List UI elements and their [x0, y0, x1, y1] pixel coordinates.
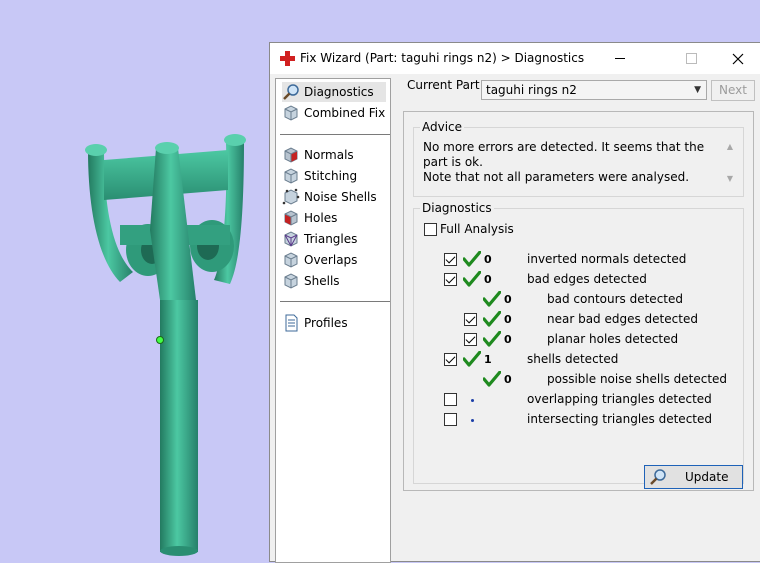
status-dot-icon	[471, 419, 474, 422]
diagnostics-title: Diagnostics	[420, 201, 494, 215]
green-check-icon	[483, 371, 501, 387]
full-analysis-label: Full Analysis	[440, 222, 514, 236]
row-checkbox[interactable]	[444, 273, 457, 286]
issue-count: 0	[484, 273, 492, 286]
current-part-label: Current Part:	[407, 78, 484, 92]
triangles-cube-icon	[284, 231, 298, 247]
advice-group: Advice No more errors are detected. It s…	[413, 120, 744, 197]
part-model[interactable]	[0, 0, 270, 559]
nav-item-label: Profiles	[304, 316, 348, 330]
row-checkbox[interactable]	[444, 253, 457, 266]
fix-wizard-window: Fix Wizard (Part: taguhi rings n2) > Dia…	[269, 42, 760, 563]
close-icon	[732, 53, 744, 64]
normals-cube-icon	[284, 147, 298, 163]
row-checkbox[interactable]	[444, 393, 457, 406]
nav-item-diagnostics[interactable]: Diagnostics	[282, 82, 386, 102]
cube-icon	[284, 105, 298, 121]
nav-item-profiles[interactable]: Profiles	[282, 313, 348, 333]
divider	[280, 134, 390, 135]
fix-navigation-pane: Diagnostics Combined Fix Normals Stitchi…	[275, 78, 391, 563]
green-check-icon	[483, 311, 501, 327]
update-label: Update	[685, 470, 729, 484]
title-bar[interactable]: Fix Wizard (Part: taguhi rings n2) > Dia…	[270, 43, 760, 74]
diagnostics-group: Diagnostics Full Analysis 0 inverted norm…	[413, 201, 744, 489]
nav-item-label: Combined Fix	[304, 106, 386, 120]
maximize-button[interactable]	[668, 43, 714, 74]
nav-item-label: Holes	[304, 211, 338, 225]
issue-label: near bad edges detected	[547, 312, 698, 326]
magnifier-icon	[283, 84, 299, 100]
nav-item-label: Normals	[304, 148, 354, 162]
red-cross-icon	[280, 51, 295, 66]
magnifier-icon	[650, 469, 666, 485]
nav-item-label: Diagnostics	[304, 85, 374, 99]
nav-item-noise-shells[interactable]: Noise Shells	[282, 187, 377, 207]
current-part-select[interactable]: taguhi rings n2 ▼	[481, 80, 707, 100]
overlaps-cube-icon	[284, 252, 298, 268]
issue-label: overlapping triangles detected	[527, 392, 712, 406]
full-analysis-checkbox[interactable]	[424, 223, 437, 236]
status-dot-icon	[471, 399, 474, 402]
maximize-icon	[685, 53, 697, 64]
nav-item-triangles[interactable]: Triangles	[282, 229, 357, 249]
nav-item-label: Stitching	[304, 169, 358, 183]
stitching-cube-icon	[284, 168, 298, 184]
issue-count: 0	[504, 373, 512, 386]
row-checkbox[interactable]	[464, 333, 477, 346]
advice-title: Advice	[420, 120, 465, 134]
issue-count: 0	[504, 313, 512, 326]
issue-label: bad contours detected	[547, 292, 683, 306]
issue-count: 0	[484, 253, 492, 266]
issue-count: 1	[484, 353, 492, 366]
issue-count: 0	[504, 333, 512, 346]
green-check-icon	[483, 331, 501, 347]
update-button[interactable]: Update	[644, 465, 743, 489]
green-check-icon	[483, 291, 501, 307]
nav-item-combined-fix[interactable]: Combined Fix	[282, 103, 385, 123]
divider	[280, 301, 390, 302]
nav-item-normals[interactable]: Normals	[282, 145, 354, 165]
holes-cube-icon	[284, 210, 298, 226]
advice-line-2: Note that not all parameters were analys…	[423, 170, 690, 184]
green-check-icon	[463, 351, 481, 367]
diagnostics-panel: Advice No more errors are detected. It s…	[403, 111, 754, 491]
row-checkbox[interactable]	[444, 353, 457, 366]
current-part-value: taguhi rings n2	[486, 83, 577, 97]
nav-item-overlaps[interactable]: Overlaps	[282, 250, 357, 270]
nav-item-label: Shells	[304, 274, 340, 288]
issue-label: intersecting triangles detected	[527, 412, 712, 426]
advice-text: No more errors are detected. It seems th…	[423, 140, 713, 185]
nav-item-holes[interactable]: Holes	[282, 208, 337, 228]
nav-item-shells[interactable]: Shells	[282, 271, 340, 291]
advice-line-1: No more errors are detected. It seems th…	[423, 140, 705, 169]
issue-label: bad edges detected	[527, 272, 647, 286]
scroll-down-icon[interactable]: ▼	[727, 174, 733, 183]
minimize-icon	[615, 58, 625, 59]
window-title: Fix Wizard (Part: taguhi rings n2) > Dia…	[300, 51, 585, 65]
document-icon	[285, 314, 298, 332]
issue-label: planar holes detected	[547, 332, 679, 346]
noise-shells-icon	[282, 188, 300, 205]
minimize-button[interactable]	[597, 43, 643, 74]
next-button[interactable]: Next	[711, 80, 755, 101]
nav-item-stitching[interactable]: Stitching	[282, 166, 357, 186]
close-button[interactable]	[715, 43, 760, 74]
issue-label: inverted normals detected	[527, 252, 687, 266]
scroll-up-icon[interactable]: ▲	[727, 142, 733, 151]
issue-label: shells detected	[527, 352, 619, 366]
nav-item-label: Noise Shells	[304, 190, 377, 204]
diagnostics-page: Current Part: taguhi rings n2 ▼ Next Adv…	[395, 76, 760, 561]
chevron-down-icon: ▼	[694, 85, 701, 95]
row-checkbox[interactable]	[464, 313, 477, 326]
row-checkbox[interactable]	[444, 413, 457, 426]
issue-count: 0	[504, 293, 512, 306]
issue-label: possible noise shells detected	[547, 372, 728, 386]
nav-item-label: Overlaps	[304, 253, 358, 267]
green-check-icon	[463, 251, 481, 267]
3d-viewport[interactable]	[0, 0, 270, 559]
green-check-icon	[463, 271, 481, 287]
nav-item-label: Triangles	[304, 232, 358, 246]
shells-cube-icon	[284, 273, 298, 289]
